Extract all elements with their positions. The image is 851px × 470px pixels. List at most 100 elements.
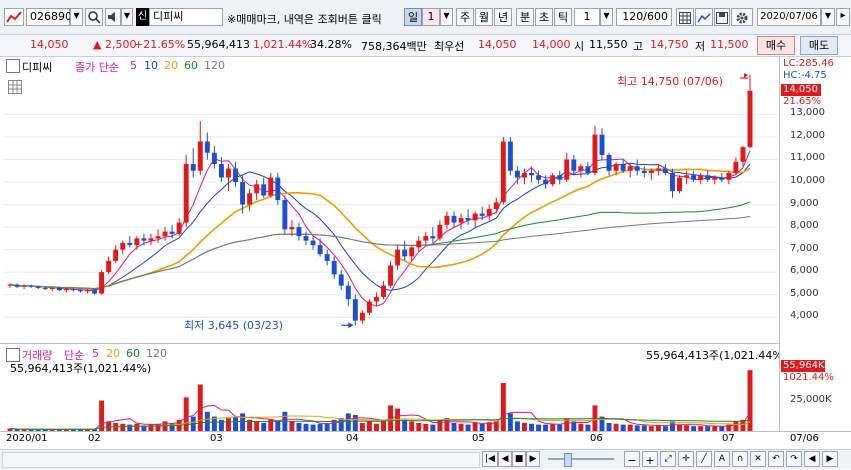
candle-body [677, 177, 682, 192]
draw-line-icon[interactable]: ╱ [696, 451, 712, 467]
volume-bar [402, 419, 408, 431]
period-minute-button[interactable]: 분 [516, 8, 534, 26]
low-label: 저 [695, 40, 706, 53]
volume-bar [338, 418, 344, 431]
candle-body [606, 154, 612, 171]
candle-body [183, 164, 189, 223]
candle-body [648, 170, 654, 174]
legend-ma10: 10 [144, 59, 158, 72]
candle-body [578, 166, 584, 171]
chart-menu-icon[interactable] [4, 8, 24, 26]
zoom-in-icon[interactable]: + [642, 451, 658, 467]
candle-body [352, 299, 358, 321]
volume-bar [374, 423, 379, 431]
scroll-first-button[interactable]: |◀ [482, 451, 498, 467]
sound-dropdown-button[interactable]: ▼ [121, 8, 133, 26]
date-tick-label: 02 [88, 433, 101, 444]
day-count-input[interactable]: 1 [422, 8, 440, 26]
stock-code-input[interactable]: 026890 [26, 8, 72, 26]
candle-body [49, 287, 55, 290]
zoom-slider[interactable] [548, 458, 614, 460]
scroll-track[interactable] [2, 452, 480, 468]
candle-body [691, 175, 697, 180]
period-second-button[interactable]: 초 [535, 8, 553, 26]
period-day-button[interactable]: 일 [404, 8, 422, 26]
gear-icon[interactable] [731, 8, 753, 26]
volume-bar [233, 416, 238, 431]
volume-bar [366, 421, 372, 431]
candle-body [585, 166, 591, 174]
speaker-icon[interactable] [105, 8, 121, 26]
scroll-stop-button[interactable]: ■ [512, 451, 526, 467]
candle-body [627, 166, 633, 171]
magnet-icon[interactable]: ∩ [732, 451, 748, 467]
candle-body [444, 215, 450, 225]
period-month-button[interactable]: 월 [475, 8, 493, 26]
scroll-next-button[interactable]: ▶ [526, 451, 540, 467]
candle-body [106, 260, 112, 273]
candle-body [310, 240, 316, 246]
crosshair-icon[interactable]: ✛ [678, 451, 694, 467]
candle-body [169, 231, 175, 234]
calendar-dropdown-button[interactable]: ▼ [821, 8, 835, 26]
search-icon[interactable] [85, 8, 103, 26]
indicator-icon[interactable] [695, 8, 713, 26]
credit-badge: 신 [136, 8, 149, 26]
candle-body [35, 286, 41, 288]
scroll-prev-button[interactable]: ◀ [498, 451, 512, 467]
sell-button[interactable]: 매도 [800, 36, 838, 55]
date-tick-label: 2020/01 [6, 433, 48, 444]
candle-body [726, 173, 732, 180]
candle-body [63, 289, 69, 291]
volume-bar [578, 423, 584, 431]
tick-dropdown-button[interactable]: ▼ [600, 8, 613, 26]
candle-body [557, 175, 563, 180]
period-year-button[interactable]: 년 [494, 8, 512, 26]
text-tool-icon[interactable]: A [714, 451, 730, 467]
buy-button[interactable]: 매수 [757, 36, 795, 55]
volume-bar [240, 413, 246, 431]
candle-body [402, 249, 408, 257]
undo-icon[interactable]: ↶ [768, 451, 784, 467]
candle-body [684, 175, 690, 178]
tick-interval-input[interactable]: 1 [574, 8, 600, 26]
more-button[interactable]: ▸ [836, 8, 850, 26]
eraser-icon[interactable]: ✕ [750, 451, 766, 467]
code-dropdown-button[interactable]: ▼ [70, 8, 83, 26]
volume-bar [423, 423, 429, 431]
candle-body [359, 312, 365, 321]
data-count-input[interactable]: 120/600 [616, 8, 672, 26]
chart-grid-icon[interactable] [8, 80, 22, 94]
zoom-out-icon[interactable]: − [624, 451, 640, 467]
volume-bar [500, 383, 506, 431]
scroll-right-end-button[interactable]: ▶ [822, 451, 838, 467]
zoom-slider-thumb[interactable] [564, 453, 572, 467]
period-tick-button[interactable]: 틱 [554, 8, 572, 26]
candle-body [543, 179, 549, 185]
price-chart[interactable] [4, 57, 778, 343]
candle-body [176, 222, 182, 234]
quote-bar: 14,050 ▲ 2,500 +21.65% 55,964,413 1,021.… [0, 35, 851, 57]
fit-icon[interactable]: ⤢ [660, 451, 676, 467]
grid-icon[interactable] [676, 8, 694, 26]
date-input[interactable]: 2020/07/06 [757, 8, 821, 26]
candle-body [381, 285, 386, 297]
period-week-button[interactable]: 주 [456, 8, 474, 26]
volume-bar [352, 415, 358, 431]
bid-price: 14,000 [532, 38, 571, 51]
candle-body [437, 224, 443, 239]
candle-body [430, 236, 436, 239]
volume-bar [437, 419, 443, 431]
volume-bar [275, 421, 281, 431]
volume-bar [529, 423, 534, 431]
candle-body [388, 265, 394, 286]
candle-body [486, 209, 492, 216]
save-icon[interactable] [714, 8, 730, 26]
day-dropdown-button[interactable]: ▼ [440, 8, 453, 26]
price-change: ▲ 2,500 [93, 38, 137, 51]
redo-icon[interactable]: ↷ [786, 451, 802, 467]
legend-toggle-checkbox[interactable] [6, 59, 20, 73]
candle-body [409, 247, 415, 257]
scroll-left-end-button[interactable]: ◀ [804, 451, 820, 467]
pane-divider[interactable] [0, 343, 779, 344]
